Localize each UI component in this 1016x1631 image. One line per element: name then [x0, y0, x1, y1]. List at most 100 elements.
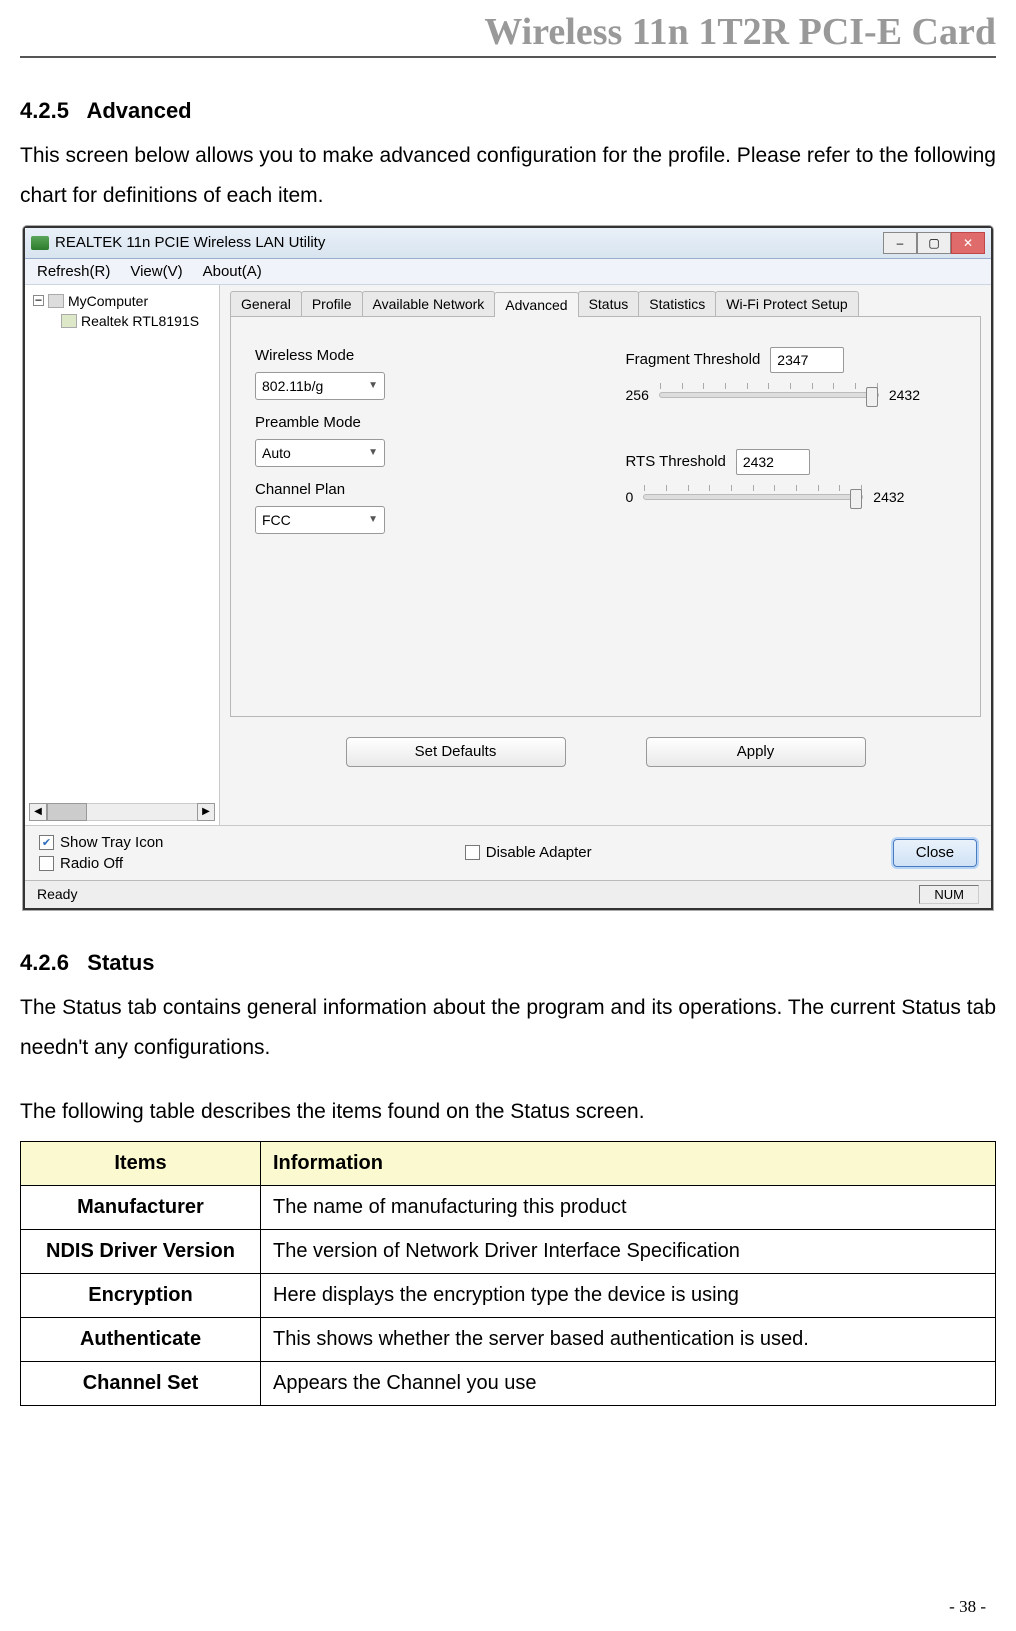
tree-horizontal-scrollbar[interactable]: ◀ ▶ [29, 803, 215, 821]
disable-adapter-label: Disable Adapter [486, 844, 592, 861]
channel-plan-combo[interactable]: FCC ▼ [255, 506, 385, 534]
cell-item: Authenticate [21, 1318, 261, 1362]
tab-wifi-protect-setup[interactable]: Wi-Fi Protect Setup [715, 291, 858, 316]
table-row: Channel Set Appears the Channel you use [21, 1362, 996, 1406]
rts-threshold-label: RTS Threshold [626, 453, 726, 470]
fragment-slider-min: 256 [626, 387, 649, 403]
tab-content-advanced: Wireless Mode 802.11b/g ▼ Preamble Mode … [230, 317, 981, 717]
checkbox-unchecked-icon [39, 856, 54, 871]
table-header-row: Items Information [21, 1142, 996, 1186]
col-header-items: Items [21, 1142, 261, 1186]
rts-threshold-input[interactable]: 2432 [736, 449, 810, 475]
tree-root-label: MyComputer [68, 293, 148, 309]
tab-status[interactable]: Status [578, 291, 640, 316]
cell-info: The name of manufacturing this product [261, 1186, 996, 1230]
fragment-threshold-input[interactable]: 2347 [770, 347, 844, 373]
table-row: Authenticate This shows whether the serv… [21, 1318, 996, 1362]
tab-general[interactable]: General [230, 291, 302, 316]
chevron-down-icon: ▼ [368, 514, 378, 525]
cell-info: The version of Network Driver Interface … [261, 1230, 996, 1274]
computer-icon [48, 294, 64, 308]
section-4-2-6-para1: The Status tab contains general informat… [20, 988, 996, 1068]
checkbox-checked-icon: ✔ [39, 835, 54, 850]
section-name: Status [87, 950, 154, 975]
device-tree: − MyComputer Realtek RTL8191S ◀ ▶ [25, 285, 220, 825]
status-num-indicator: NUM [919, 885, 979, 904]
section-4-2-5-para: This screen below allows you to make adv… [20, 136, 996, 216]
fragment-slider-max: 2432 [889, 387, 920, 403]
table-row: Encryption Here displays the encryption … [21, 1274, 996, 1318]
show-tray-icon-label: Show Tray Icon [60, 834, 163, 851]
show-tray-icon-checkbox[interactable]: ✔ Show Tray Icon [39, 834, 163, 851]
page-number: - 38 - [949, 1597, 986, 1617]
tree-collapse-icon[interactable]: − [33, 295, 44, 306]
table-row: NDIS Driver Version The version of Netwo… [21, 1230, 996, 1274]
channel-plan-label: Channel Plan [255, 481, 586, 498]
tree-child-label: Realtek RTL8191S [81, 313, 199, 329]
cell-info: Appears the Channel you use [261, 1362, 996, 1406]
tab-strip: General Profile Available Network Advanc… [230, 291, 981, 317]
rts-slider-min: 0 [626, 489, 634, 505]
close-button[interactable]: Close [893, 839, 977, 867]
radio-off-label: Radio Off [60, 855, 123, 872]
scroll-thumb[interactable] [47, 803, 87, 821]
window-title-text: REALTEK 11n PCIE Wireless LAN Utility [55, 234, 325, 251]
adapter-icon [61, 314, 77, 328]
app-window: REALTEK 11n PCIE Wireless LAN Utility – … [23, 226, 993, 910]
col-header-information: Information [261, 1142, 996, 1186]
fragment-slider-thumb[interactable] [866, 387, 878, 407]
window-maximize-button[interactable]: ▢ [917, 232, 951, 254]
window-status-bar: Ready NUM [25, 880, 991, 908]
menu-bar: Refresh(R) View(V) About(A) [25, 259, 991, 285]
tree-child-row[interactable]: Realtek RTL8191S [33, 311, 215, 331]
section-4-2-6-heading: 4.2.6 Status [20, 950, 996, 976]
scroll-track[interactable] [87, 803, 197, 821]
window-bottom-bar: ✔ Show Tray Icon Radio Off Disable Adapt… [25, 825, 991, 880]
wireless-mode-label: Wireless Mode [255, 347, 586, 364]
menu-view[interactable]: View(V) [130, 263, 182, 280]
cell-item: Channel Set [21, 1362, 261, 1406]
cell-item: NDIS Driver Version [21, 1230, 261, 1274]
menu-refresh[interactable]: Refresh(R) [37, 263, 110, 280]
tree-root-row[interactable]: − MyComputer [33, 291, 215, 311]
checkbox-unchecked-icon [465, 845, 480, 860]
chevron-down-icon: ▼ [368, 447, 378, 458]
section-4-2-6-para2: The following table describes the items … [20, 1092, 996, 1132]
menu-about[interactable]: About(A) [203, 263, 262, 280]
fragment-threshold-label: Fragment Threshold [626, 351, 761, 368]
scroll-right-arrow-icon[interactable]: ▶ [197, 803, 215, 821]
window-close-button[interactable]: ✕ [951, 232, 985, 254]
cell-info: Here displays the encryption type the de… [261, 1274, 996, 1318]
preamble-mode-value: Auto [262, 445, 291, 461]
tab-profile[interactable]: Profile [301, 291, 363, 316]
section-4-2-5-heading: 4.2.5 Advanced [20, 98, 996, 124]
channel-plan-value: FCC [262, 512, 291, 528]
radio-off-checkbox[interactable]: Radio Off [39, 855, 163, 872]
status-items-table: Items Information Manufacturer The name … [20, 1141, 996, 1406]
wireless-mode-combo[interactable]: 802.11b/g ▼ [255, 372, 385, 400]
doc-header-title: Wireless 11n 1T2R PCI-E Card [20, 10, 996, 58]
tab-statistics[interactable]: Statistics [638, 291, 716, 316]
preamble-mode-combo[interactable]: Auto ▼ [255, 439, 385, 467]
window-titlebar: REALTEK 11n PCIE Wireless LAN Utility – … [25, 228, 991, 259]
chevron-down-icon: ▼ [368, 380, 378, 391]
status-ready-text: Ready [37, 886, 77, 902]
section-num: 4.2.6 [20, 950, 69, 975]
fragment-threshold-slider[interactable] [659, 392, 879, 398]
table-row: Manufacturer The name of manufacturing t… [21, 1186, 996, 1230]
tab-available-network[interactable]: Available Network [362, 291, 496, 316]
tab-advanced[interactable]: Advanced [494, 292, 578, 317]
rts-slider-max: 2432 [873, 489, 904, 505]
disable-adapter-checkbox[interactable]: Disable Adapter [465, 844, 592, 861]
scroll-left-arrow-icon[interactable]: ◀ [29, 803, 47, 821]
rts-slider-thumb[interactable] [850, 489, 862, 509]
preamble-mode-label: Preamble Mode [255, 414, 586, 431]
apply-button[interactable]: Apply [646, 737, 866, 767]
window-minimize-button[interactable]: – [883, 232, 917, 254]
section-name: Advanced [86, 98, 191, 123]
set-defaults-button[interactable]: Set Defaults [346, 737, 566, 767]
cell-info: This shows whether the server based auth… [261, 1318, 996, 1362]
rts-threshold-slider[interactable] [643, 494, 863, 500]
cell-item: Manufacturer [21, 1186, 261, 1230]
wireless-mode-value: 802.11b/g [262, 378, 323, 394]
